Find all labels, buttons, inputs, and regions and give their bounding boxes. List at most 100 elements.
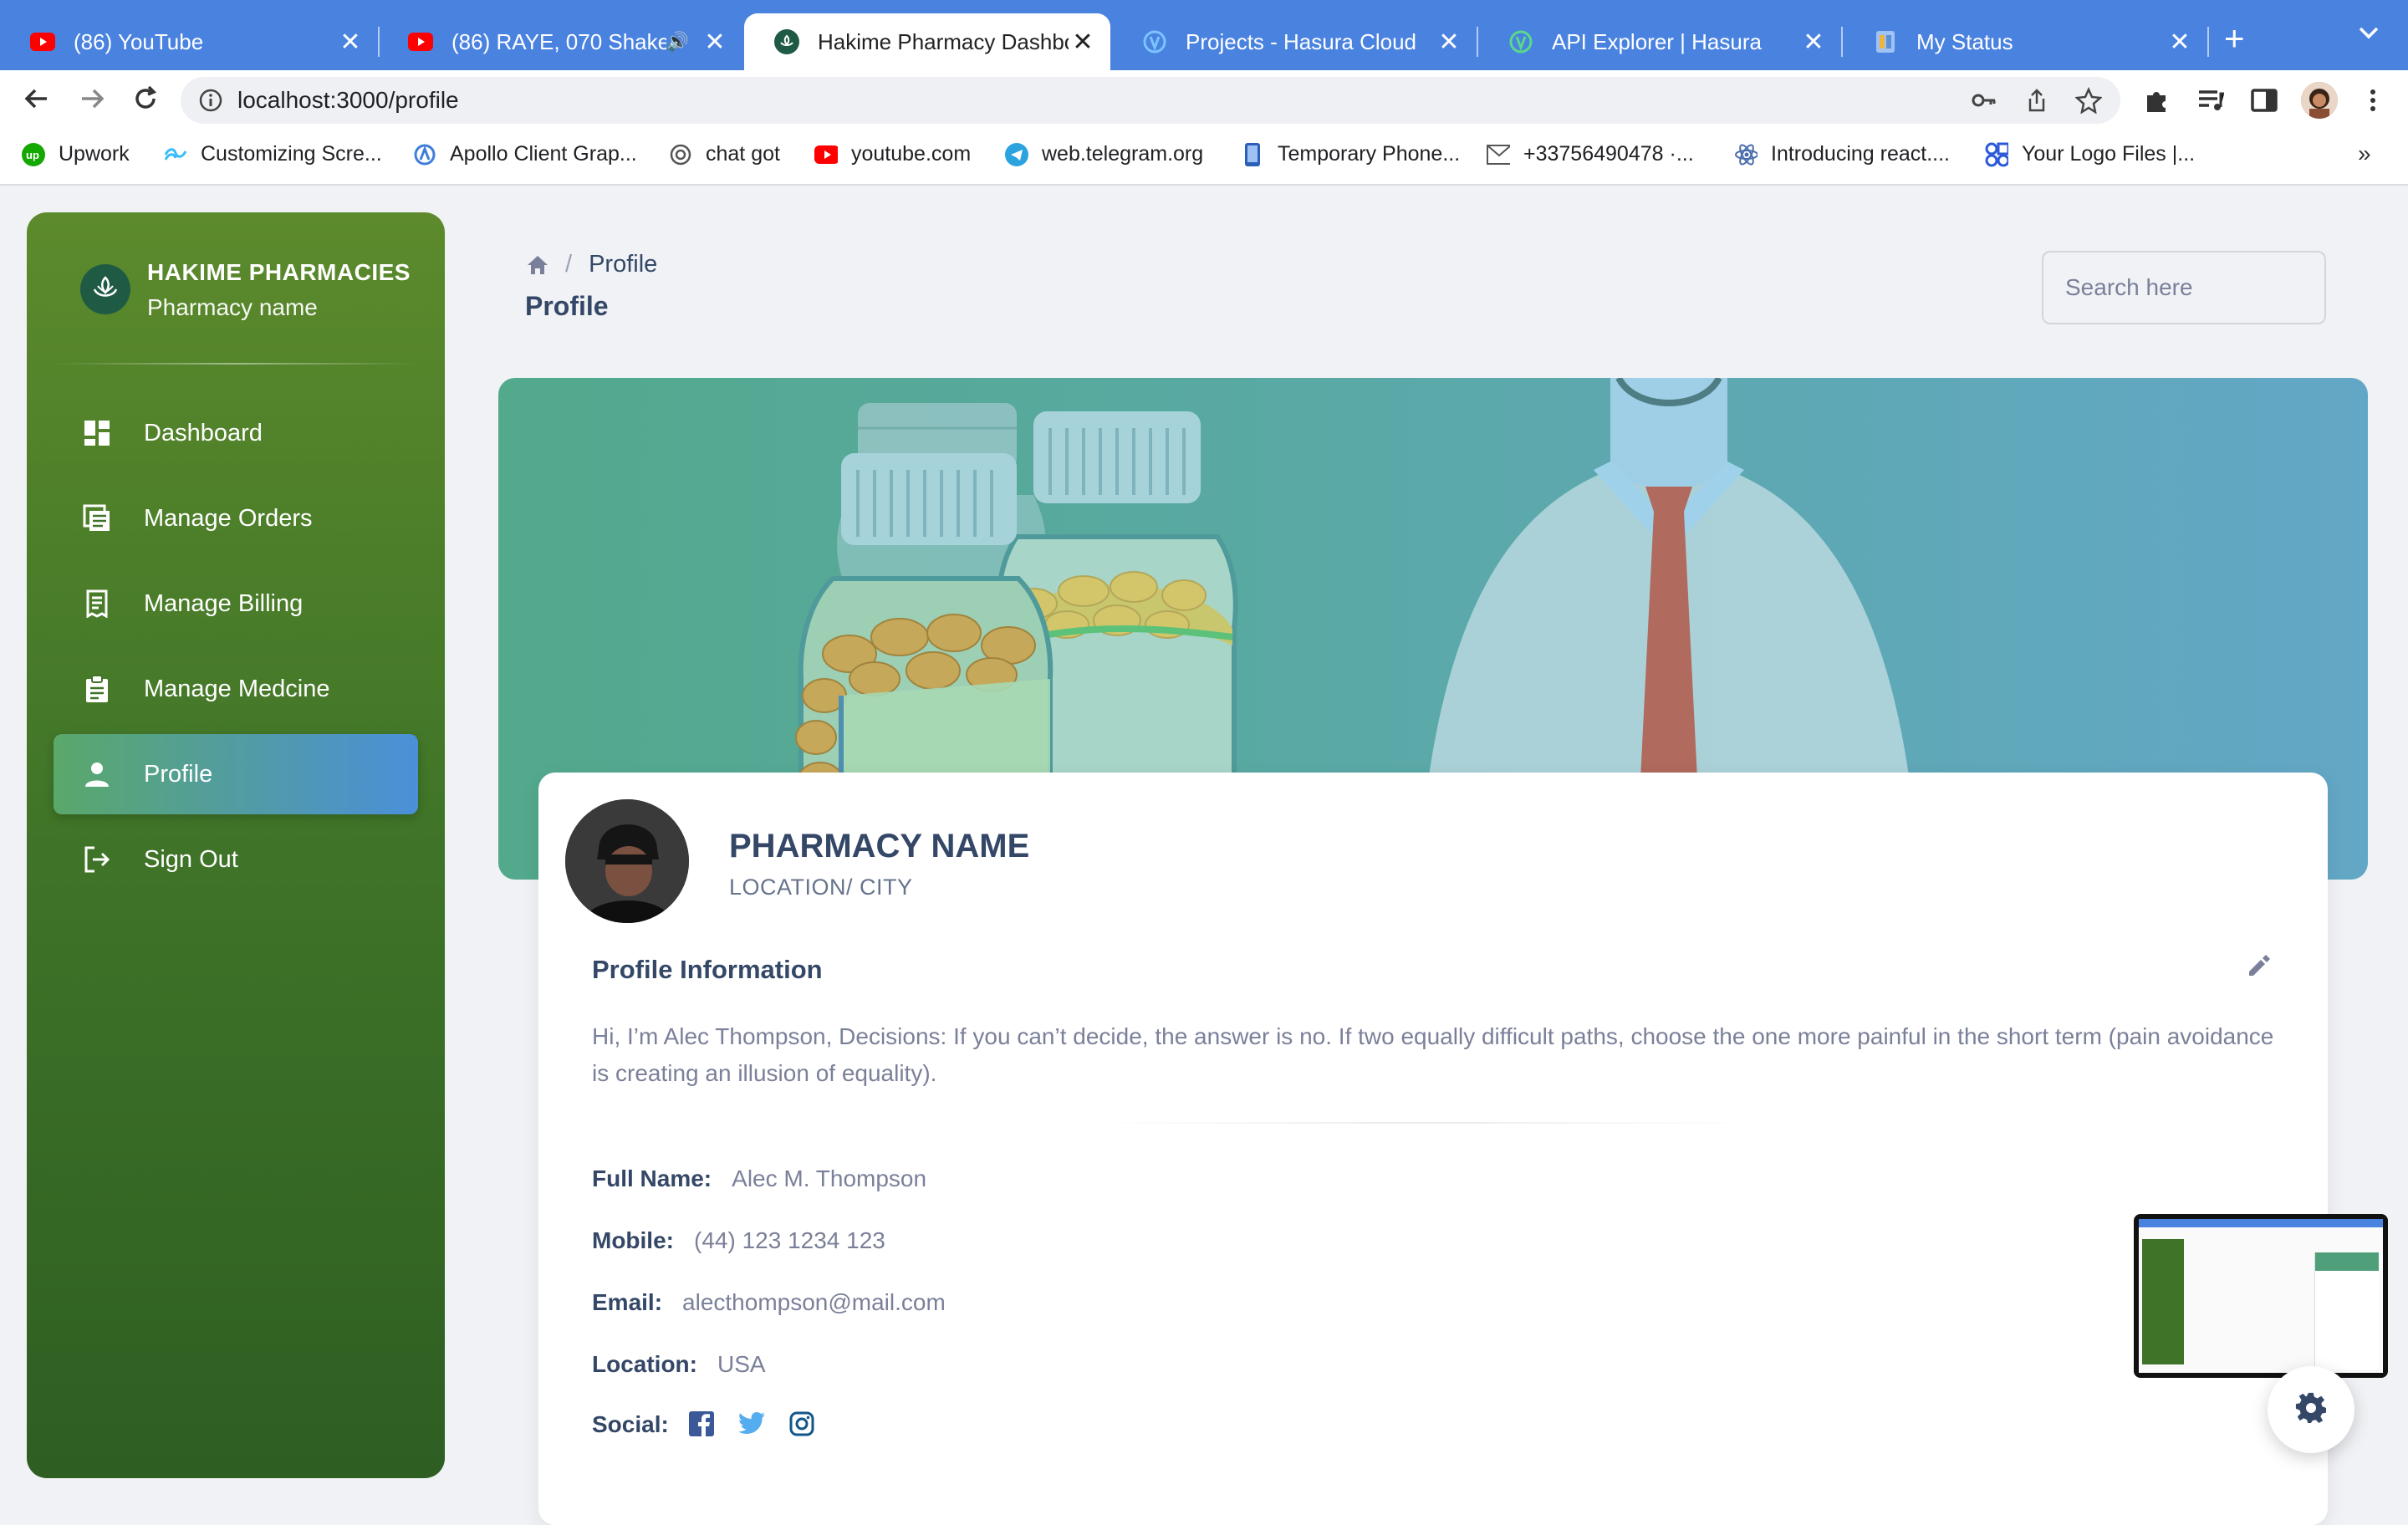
side-panel-icon[interactable] — [2249, 85, 2279, 115]
tab-hasura-api-explorer[interactable]: API Explorer | Hasura ✕ — [1478, 13, 1843, 70]
close-tab-icon[interactable]: ✕ — [2166, 28, 2194, 57]
pharmacy-logo-icon — [80, 264, 130, 314]
tailwind-icon — [164, 143, 187, 166]
bookmark-phone-number[interactable]: +33756490478 ·... — [1487, 142, 1694, 166]
profile-avatar-icon[interactable] — [2301, 82, 2338, 119]
bookmark-youtube[interactable]: youtube.com — [814, 142, 971, 166]
close-tab-icon[interactable]: ✕ — [1799, 28, 1828, 57]
twitter-icon[interactable] — [738, 1411, 766, 1438]
page-title: Profile — [525, 291, 609, 321]
settings-button[interactable] — [2268, 1366, 2354, 1453]
mobile-label: Mobile: — [592, 1227, 674, 1253]
mobile-row: Mobile: (44) 123 1234 123 — [592, 1227, 885, 1254]
brand-subtitle: Pharmacy name — [147, 294, 318, 320]
sidebar-item-sign-out[interactable]: Sign Out — [54, 819, 418, 900]
thumbnail-preview — [2139, 1219, 2383, 1373]
location-row: Location: USA — [592, 1351, 766, 1378]
media-queue-icon[interactable] — [2196, 85, 2226, 115]
bookmark-label: +33756490478 ·... — [1523, 142, 1694, 166]
bookmark-chat-got[interactable]: chat got — [669, 142, 780, 166]
bookmark-label: Your Logo Files |... — [2022, 142, 2196, 166]
url-text: localhost:3000/profile — [237, 87, 459, 113]
mobile-value: (44) 123 1234 123 — [694, 1227, 885, 1253]
location-label: Location: — [592, 1351, 697, 1377]
screen-recording-thumbnail[interactable] — [2134, 1214, 2388, 1378]
audio-playing-icon[interactable]: 🔊 — [666, 31, 689, 53]
browser-menu-icon[interactable] — [2358, 85, 2388, 115]
openai-icon — [669, 143, 692, 166]
sidebar-item-label: Dashboard — [144, 419, 263, 446]
upwork-icon: up — [22, 142, 45, 166]
password-key-icon[interactable] — [1970, 87, 1997, 114]
breadcrumb-separator: / — [565, 251, 573, 278]
clipboard-icon — [80, 672, 114, 706]
mail-icon — [1487, 143, 1510, 166]
more-bookmarks-button[interactable]: » — [2358, 140, 2371, 167]
hasura-icon — [1142, 29, 1167, 54]
telegram-icon — [1005, 142, 1028, 166]
thumbnail-panel — [2314, 1252, 2379, 1369]
sidebar-item-label: Sign Out — [144, 845, 238, 873]
sidebar-item-label: Manage Billing — [144, 589, 304, 617]
profile-card: PHARMACY NAME LOCATION/ CITY Profile Inf… — [538, 773, 2328, 1525]
social-row: Social: — [592, 1411, 839, 1438]
close-tab-icon[interactable]: ✕ — [701, 28, 729, 57]
sidebar-item-label: Manage Medcine — [144, 675, 330, 702]
sidebar-item-label: Manage Orders — [144, 504, 313, 532]
share-icon[interactable] — [2023, 87, 2050, 114]
bookmark-telegram[interactable]: web.telegram.org — [1005, 142, 1203, 166]
bookmark-label: Upwork — [59, 142, 130, 166]
home-icon[interactable] — [525, 252, 550, 278]
back-button[interactable] — [20, 84, 54, 117]
full-name-value: Alec M. Thompson — [732, 1165, 927, 1191]
search-input[interactable] — [2042, 251, 2326, 324]
pharmacy-name: PHARMACY NAME — [729, 828, 1030, 865]
sidebar-brand[interactable]: HAKIME PHARMACIES Pharmacy name — [80, 259, 411, 321]
status-icon — [1873, 29, 1898, 54]
extensions-puzzle-icon[interactable] — [2142, 85, 2172, 115]
social-label: Social: — [592, 1411, 669, 1437]
tab-youtube[interactable]: (86) YouTube ✕ — [0, 13, 380, 70]
forward-button[interactable] — [75, 84, 109, 117]
facebook-icon[interactable] — [688, 1411, 716, 1438]
pharmacy-location: LOCATION/ CITY — [729, 875, 913, 900]
tab-search-chevron-icon[interactable] — [2358, 20, 2380, 46]
instagram-icon[interactable] — [789, 1411, 816, 1438]
logo-icon — [1985, 142, 2008, 166]
bookmark-apollo-client[interactable]: Apollo Client Grap... — [413, 142, 637, 166]
sidebar-item-dashboard[interactable]: Dashboard — [54, 393, 418, 473]
bookmark-label: Temporary Phone... — [1278, 142, 1461, 166]
bookmark-star-icon[interactable] — [2074, 86, 2103, 115]
bookmark-customizing-screens[interactable]: Customizing Scre... — [164, 142, 382, 166]
bookmark-temporary-phone[interactable]: Temporary Phone... — [1241, 142, 1460, 166]
tab-hasura-projects[interactable]: Projects - Hasura Cloud ✕ — [1112, 13, 1478, 70]
apollo-icon — [413, 143, 436, 166]
tab-title: (86) YouTube — [74, 28, 204, 54]
breadcrumb: / Profile — [525, 251, 657, 278]
site-info-icon[interactable] — [197, 87, 224, 114]
bookmark-label: chat got — [706, 142, 780, 166]
tab-raye[interactable]: (86) RAYE, 070 Shake 🔊 ✕ — [378, 13, 742, 70]
sidebar-item-profile[interactable]: Profile — [54, 734, 418, 814]
close-tab-icon[interactable]: ✕ — [1435, 28, 1463, 57]
bookmark-upwork[interactable]: up Upwork — [22, 142, 130, 166]
close-tab-icon[interactable]: ✕ — [1069, 28, 1097, 57]
tab-pharmacy-dashboard[interactable]: Hakime Pharmacy Dashboard ✕ — [744, 13, 1110, 70]
close-tab-icon[interactable]: ✕ — [336, 28, 365, 57]
bookmark-introducing-react[interactable]: Introducing react.... — [1734, 142, 1950, 166]
full-name-row: Full Name: Alec M. Thompson — [592, 1165, 926, 1192]
address-bar[interactable]: localhost:3000/profile — [181, 77, 2120, 124]
sidebar-item-manage-orders[interactable]: Manage Orders — [54, 478, 418, 558]
sidebar-item-manage-billing[interactable]: Manage Billing — [54, 564, 418, 644]
reload-button[interactable] — [129, 84, 162, 117]
sidebar-item-manage-medicine[interactable]: Manage Medcine — [54, 649, 418, 729]
tab-title: API Explorer | Hasura — [1552, 28, 1762, 54]
hasura-icon — [1508, 29, 1533, 54]
tab-my-status[interactable]: My Status ✕ — [1843, 13, 2209, 70]
bookmark-your-logo-files[interactable]: Your Logo Files |... — [1985, 142, 2195, 166]
edit-pencil-icon[interactable] — [2246, 953, 2273, 980]
email-row: Email: alecthompson@mail.com — [592, 1289, 946, 1316]
new-tab-button[interactable]: + — [2224, 18, 2245, 59]
profile-bio: Hi, I’m Alec Thompson, Decisions: If you… — [592, 1023, 2274, 1086]
profile-information-title: Profile Information — [592, 955, 823, 984]
